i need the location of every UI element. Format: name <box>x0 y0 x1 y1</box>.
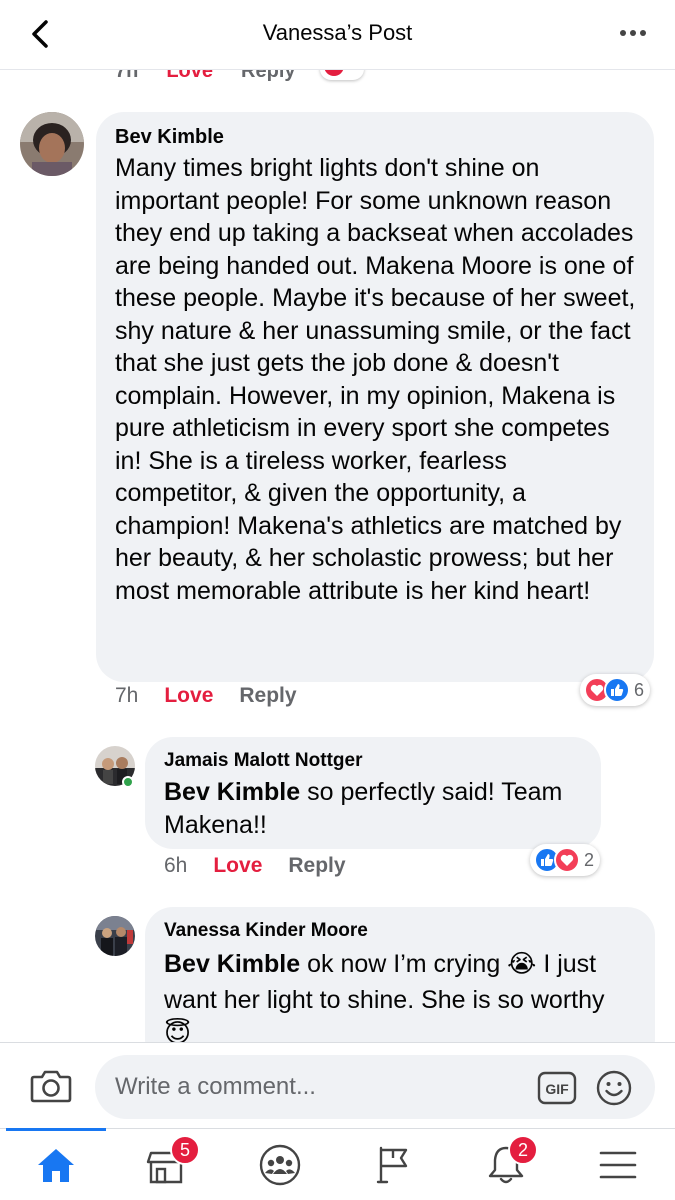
avatar[interactable] <box>20 112 84 176</box>
love-reaction-button[interactable]: Love <box>213 854 262 878</box>
gif-icon: GIF <box>537 1071 577 1105</box>
dot-icon <box>630 30 636 36</box>
comment-bubble[interactable]: Bev Kimble Many times bright lights don'… <box>96 112 654 682</box>
tab-marketplace[interactable]: 5 <box>112 1129 220 1200</box>
comment-time: 6h <box>164 854 188 877</box>
avatar[interactable] <box>95 916 135 956</box>
comment-text: Many times bright lights don't shine on … <box>115 154 636 605</box>
gif-button[interactable]: GIF <box>537 1071 577 1105</box>
flag-icon <box>376 1146 408 1184</box>
tab-pages[interactable] <box>340 1129 448 1200</box>
smiley-icon <box>596 1070 632 1106</box>
notification-badge: 2 <box>508 1135 538 1165</box>
heart-icon <box>324 70 344 76</box>
tab-home[interactable] <box>2 1128 110 1200</box>
comment-time: 7h <box>115 684 139 707</box>
comment-author[interactable]: Jamais Malott Nottger <box>164 750 583 772</box>
comments-list[interactable]: 7h Love Reply Bev Kimble Many times brig… <box>0 70 675 1042</box>
home-icon <box>38 1149 74 1182</box>
reaction-count: 6 <box>634 679 645 700</box>
comment-time: 7h <box>115 70 139 82</box>
tab-groups[interactable] <box>226 1129 334 1200</box>
camera-icon <box>30 1070 72 1103</box>
reaction-count: 2 <box>584 849 595 870</box>
reply-button[interactable]: Reply <box>288 854 345 878</box>
smiling-face-with-halo-emoji: 😇 <box>164 1018 192 1042</box>
notification-badge: 5 <box>170 1135 200 1165</box>
previous-comment-actions: 7h Love Reply <box>115 70 296 82</box>
heart-icon <box>554 847 580 873</box>
comment-text: Bev Kimble so perfectly said! Team Maken… <box>164 776 583 842</box>
reaction-summary[interactable] <box>320 70 364 80</box>
love-reaction-button[interactable]: Love <box>164 684 213 708</box>
top-bar: Vanessa’s Post <box>0 0 675 70</box>
comment-text: Bev Kimble ok now I’m crying 😭 I just wa… <box>164 946 637 1018</box>
tab-menu[interactable] <box>564 1129 672 1200</box>
love-reaction-button[interactable]: Love <box>166 70 213 82</box>
mention-link[interactable]: Bev Kimble <box>164 778 300 806</box>
camera-button[interactable] <box>28 1063 74 1109</box>
like-icon <box>604 677 630 703</box>
emoji-button[interactable] <box>595 1069 633 1107</box>
comment-composer: GIF <box>0 1042 675 1128</box>
tab-notifications[interactable]: 2 <box>452 1129 560 1200</box>
comment-actions: 7h Love Reply <box>115 684 297 708</box>
comment-bubble[interactable]: Vanessa Kinder Moore Bev Kimble ok now I… <box>145 907 655 1042</box>
mention-link[interactable]: Bev Kimble <box>164 950 300 978</box>
groups-icon <box>259 1144 301 1186</box>
reaction-summary[interactable]: 6 <box>580 674 651 706</box>
menu-icon <box>599 1151 637 1179</box>
reply-button[interactable]: Reply <box>241 70 295 82</box>
comment-input-container[interactable]: GIF <box>95 1055 655 1119</box>
dot-icon <box>620 30 626 36</box>
online-status-indicator <box>122 776 134 788</box>
comment-actions: 6h Love Reply <box>164 854 346 878</box>
comment-bubble[interactable]: Jamais Malott Nottger Bev Kimble so perf… <box>145 737 601 849</box>
bottom-tab-bar: 5 2 <box>0 1128 675 1200</box>
page-title: Vanessa’s Post <box>262 20 413 45</box>
comment-author[interactable]: Vanessa Kinder Moore <box>164 920 637 942</box>
comment-input[interactable] <box>115 1071 515 1103</box>
dot-icon <box>640 30 646 36</box>
more-options-button[interactable] <box>613 20 653 46</box>
comment-author[interactable]: Bev Kimble <box>115 126 636 149</box>
reply-button[interactable]: Reply <box>239 684 296 708</box>
reaction-summary[interactable]: 2 <box>530 844 601 876</box>
gif-label: GIF <box>545 1081 569 1097</box>
